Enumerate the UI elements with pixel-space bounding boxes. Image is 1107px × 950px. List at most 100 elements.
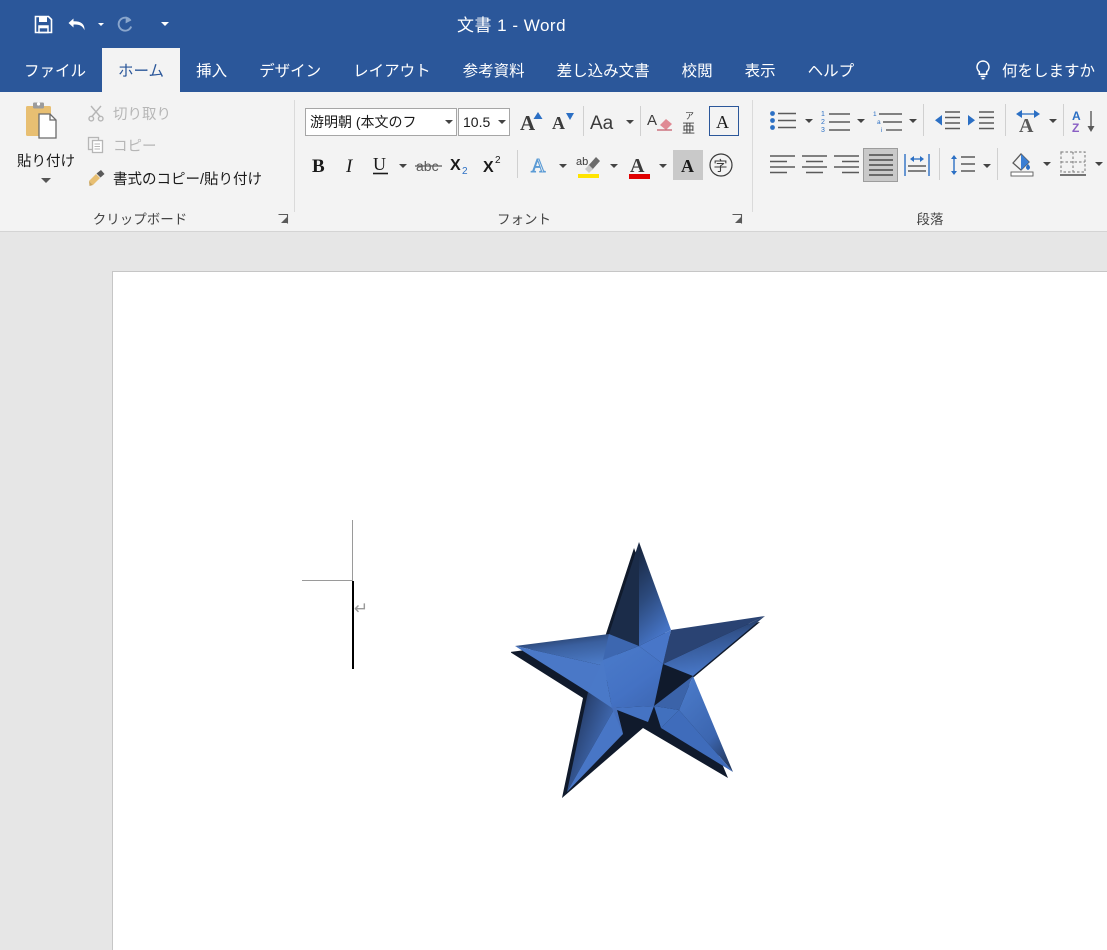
svg-text:2: 2 xyxy=(462,166,468,177)
font-sep-2 xyxy=(640,106,641,136)
group-clipboard: 貼り付け 切り取り コピー 書式のコピー/貼り付け クリップボード xyxy=(0,92,295,232)
align-center-icon[interactable] xyxy=(799,150,831,180)
paste-button[interactable]: 貼り付け xyxy=(10,98,82,198)
font-color-icon[interactable]: A xyxy=(625,150,655,182)
clipboard-dialog-launcher[interactable] xyxy=(277,213,289,225)
svg-text:Aa: Aa xyxy=(590,113,614,134)
copy-button[interactable]: コピー xyxy=(86,132,157,158)
superscript-icon[interactable]: X 2 xyxy=(480,150,510,180)
svg-text:A: A xyxy=(647,112,657,129)
enclose-characters-icon[interactable]: 字 xyxy=(706,150,736,180)
highlight-dropdown-icon[interactable] xyxy=(610,164,618,168)
text-effects-dropdown-icon[interactable] xyxy=(559,164,567,168)
document-canvas[interactable]: ↵ xyxy=(0,232,1107,950)
numbering-icon[interactable]: 1 2 3 xyxy=(819,106,853,136)
cut-button[interactable]: 切り取り xyxy=(86,100,171,126)
paste-dropdown-icon[interactable] xyxy=(41,178,51,183)
word-window: 文書 1 - Word ファイル ホーム 挿入 デザイン レイアウト 参考資料 … xyxy=(0,0,1107,950)
numbering-dropdown-icon[interactable] xyxy=(857,119,865,123)
copy-label: コピー xyxy=(113,138,157,155)
tab-view[interactable]: 表示 xyxy=(729,48,792,92)
justify-icon[interactable] xyxy=(863,148,898,182)
tab-review[interactable]: 校閲 xyxy=(666,48,729,92)
sort-icon[interactable]: A Z xyxy=(1069,106,1101,136)
font-size-combobox[interactable]: 10.5 xyxy=(458,108,510,136)
cut-label: 切り取り xyxy=(113,106,171,123)
character-border-icon[interactable]: A xyxy=(709,106,739,136)
scissors-icon xyxy=(86,103,106,123)
borders-icon[interactable] xyxy=(1057,148,1089,180)
margin-guide-horizontal xyxy=(302,580,353,581)
line-spacing-dropdown-icon[interactable] xyxy=(983,164,991,168)
underline-dropdown-icon[interactable] xyxy=(399,164,407,168)
text-cursor xyxy=(352,581,354,669)
font-name-dropdown-icon[interactable] xyxy=(441,109,456,135)
strikethrough-icon[interactable]: abc xyxy=(414,150,444,180)
copy-icon xyxy=(86,135,106,155)
line-spacing-icon[interactable] xyxy=(947,150,979,180)
font-name-value: 游明朝 (本文のフ xyxy=(310,114,417,130)
group-paragraph: 1 2 3 1 a i A A Z 段落 xyxy=(753,92,1107,232)
para-sep-6 xyxy=(997,148,998,180)
italic-icon[interactable]: I xyxy=(336,150,364,180)
text-effects-icon[interactable]: A xyxy=(525,150,555,180)
svg-text:Z: Z xyxy=(1072,121,1079,134)
clear-formatting-icon[interactable]: A xyxy=(645,106,677,138)
tab-help[interactable]: ヘルプ xyxy=(792,48,871,92)
tell-me-label: 何をしますか xyxy=(1001,63,1095,80)
bold-icon[interactable]: B xyxy=(305,150,333,180)
tell-me-search[interactable]: 何をしますか xyxy=(973,48,1095,92)
phonetic-align-icon[interactable]: A xyxy=(1011,106,1045,136)
shading-icon[interactable] xyxy=(1005,148,1039,180)
bullets-dropdown-icon[interactable] xyxy=(805,119,813,123)
font-color-dropdown-icon[interactable] xyxy=(659,164,667,168)
font-size-dropdown-icon[interactable] xyxy=(494,109,509,135)
title-bar: 文書 1 - Word xyxy=(0,0,1107,48)
phonetic-align-dropdown-icon[interactable] xyxy=(1049,119,1057,123)
svg-text:亜: 亜 xyxy=(682,122,695,136)
subscript-icon[interactable]: X 2 xyxy=(447,150,477,180)
shrink-font-icon[interactable]: A xyxy=(549,106,579,138)
change-case-icon[interactable]: Aa xyxy=(589,106,623,138)
font-sep-1 xyxy=(583,106,584,136)
lightbulb-icon xyxy=(976,60,990,80)
decrease-indent-icon[interactable] xyxy=(931,106,963,136)
shading-dropdown-icon[interactable] xyxy=(1043,162,1051,166)
phonetic-guide-icon[interactable]: ア 亜 xyxy=(677,106,707,138)
multilevel-list-icon[interactable]: 1 a i xyxy=(871,106,905,136)
font-size-value: 10.5 xyxy=(463,114,491,130)
format-painter-button[interactable]: 書式のコピー/貼り付け xyxy=(86,165,262,191)
tab-references[interactable]: 参考資料 xyxy=(447,48,541,92)
font-sep-3 xyxy=(517,150,518,178)
svg-text:A: A xyxy=(681,156,694,176)
text-highlight-icon[interactable]: ab xyxy=(573,150,605,182)
font-dialog-launcher[interactable] xyxy=(731,213,743,225)
increase-indent-icon[interactable] xyxy=(965,106,997,136)
tab-design[interactable]: デザイン xyxy=(243,48,337,92)
document-page[interactable]: ↵ xyxy=(112,271,1107,950)
tab-mailings[interactable]: 差し込み文書 xyxy=(541,48,666,92)
align-left-icon[interactable] xyxy=(767,150,799,180)
ribbon-tabs: ファイル ホーム 挿入 デザイン レイアウト 参考資料 差し込み文書 校閲 表示… xyxy=(0,48,1107,92)
svg-text:2: 2 xyxy=(495,155,501,166)
group-label-clipboard: クリップボード xyxy=(92,212,188,227)
underline-icon[interactable]: U xyxy=(367,150,395,180)
svg-text:a: a xyxy=(877,119,881,126)
align-right-icon[interactable] xyxy=(831,150,863,180)
grow-font-icon[interactable]: A xyxy=(517,106,549,138)
paste-label: 貼り付け xyxy=(17,154,75,170)
tab-insert[interactable]: 挿入 xyxy=(180,48,243,92)
font-name-combobox[interactable]: 游明朝 (本文のフ xyxy=(305,108,457,136)
svg-text:字: 字 xyxy=(714,159,728,175)
change-case-dropdown-icon[interactable] xyxy=(626,120,634,124)
multilevel-dropdown-icon[interactable] xyxy=(909,119,917,123)
svg-text:1: 1 xyxy=(821,111,825,118)
tab-home[interactable]: ホーム xyxy=(102,48,181,92)
character-shading-icon[interactable]: A xyxy=(673,150,703,180)
borders-dropdown-icon[interactable] xyxy=(1095,162,1103,166)
tab-file[interactable]: ファイル xyxy=(8,48,102,92)
star-shape[interactable] xyxy=(511,534,791,814)
bullets-icon[interactable] xyxy=(767,106,801,136)
tab-layout[interactable]: レイアウト xyxy=(337,48,447,92)
distribute-icon[interactable] xyxy=(901,150,933,180)
